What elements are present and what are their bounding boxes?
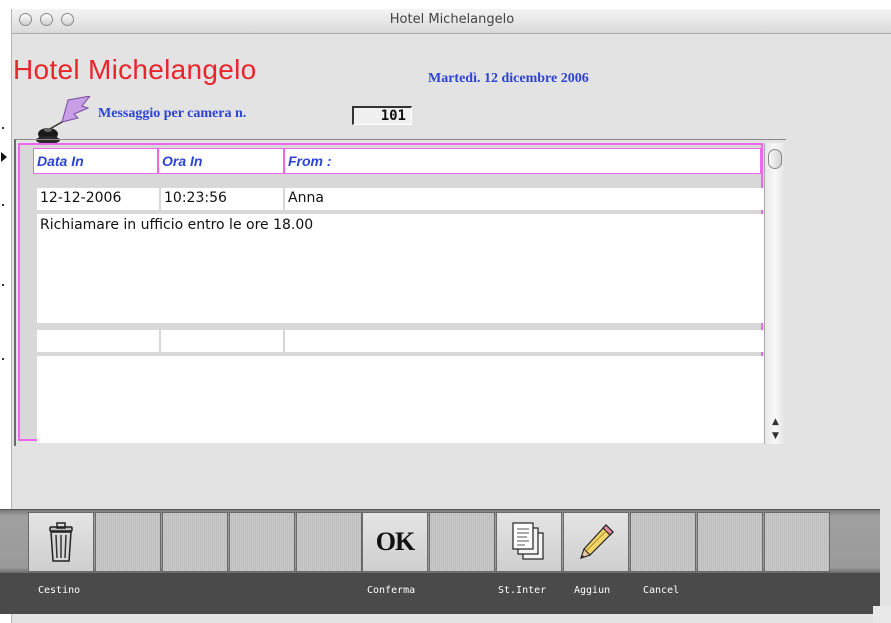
cestino-label: Cestino bbox=[38, 585, 81, 596]
aggiun-label: Aggiun bbox=[574, 585, 611, 596]
trash-button[interactable] bbox=[28, 512, 94, 572]
room-number-field[interactable]: 101 bbox=[352, 106, 412, 125]
record-time[interactable]: 10:23:56 bbox=[161, 188, 283, 210]
edge-mark bbox=[2, 127, 4, 129]
toolbar-blank-button[interactable] bbox=[697, 512, 763, 572]
toolbar-blank-button[interactable] bbox=[630, 512, 696, 572]
toolbar-blank-button[interactable] bbox=[229, 512, 295, 572]
record-date[interactable]: 12-12-2006 bbox=[37, 188, 159, 210]
edge-mark bbox=[2, 204, 4, 206]
edge-mark bbox=[2, 358, 4, 360]
scroll-down-arrow-icon[interactable]: ▼ bbox=[765, 429, 786, 443]
ok-icon: OK bbox=[375, 527, 415, 556]
scroll-thumb[interactable] bbox=[768, 149, 782, 169]
stinter-label: St.Inter bbox=[498, 585, 547, 596]
record-message[interactable] bbox=[37, 356, 767, 443]
record-from[interactable]: Anna bbox=[285, 188, 767, 210]
toolbar-blank-button[interactable] bbox=[162, 512, 228, 572]
record-time[interactable] bbox=[161, 330, 283, 352]
current-record-indicator bbox=[1, 152, 7, 162]
edge-mark bbox=[2, 284, 4, 286]
column-header-from[interactable]: From : bbox=[284, 148, 761, 174]
toolbar-blank-button[interactable] bbox=[429, 512, 495, 572]
message-for-room-label: Messaggio per camera n. bbox=[98, 106, 247, 121]
toolbar-blank-button[interactable] bbox=[764, 512, 830, 572]
window-title: Hotel Michelangelo bbox=[389, 12, 515, 27]
toolbar-blank-button[interactable] bbox=[95, 512, 161, 572]
ok-button[interactable]: OK bbox=[362, 512, 428, 572]
column-header-ora-in[interactable]: Ora In bbox=[158, 148, 284, 174]
cancel-label: Cancel bbox=[643, 585, 680, 596]
record-date[interactable] bbox=[37, 330, 159, 352]
print-interim-button[interactable] bbox=[496, 512, 562, 572]
conferma-label: Conferma bbox=[367, 585, 416, 596]
record-from[interactable] bbox=[285, 330, 767, 352]
toolbar-blank-button[interactable] bbox=[296, 512, 362, 572]
current-date: Martedì. 12 dicembre 2006 bbox=[428, 71, 589, 86]
button-toolbar: OK bbox=[0, 509, 880, 574]
record-message[interactable]: Richiamare in ufficio entro le ore 18.00 bbox=[37, 214, 767, 323]
trash-can-icon bbox=[29, 513, 93, 571]
scroll-up-arrow-icon[interactable]: ▲ bbox=[765, 415, 786, 429]
resize-corner[interactable] bbox=[873, 606, 891, 623]
column-header-data-in[interactable]: Data In bbox=[33, 148, 158, 174]
vertical-scrollbar[interactable]: ▲ ▼ bbox=[764, 143, 786, 444]
title-bar: Hotel Michelangelo bbox=[12, 9, 891, 34]
toolbar-labels: Cestino Conferma St.Inter Aggiun Cancel bbox=[0, 573, 880, 614]
pencil-icon bbox=[564, 513, 628, 571]
hotel-title: Hotel Michelangelo bbox=[13, 54, 257, 85]
documents-icon bbox=[497, 513, 561, 571]
add-button[interactable] bbox=[563, 512, 629, 572]
